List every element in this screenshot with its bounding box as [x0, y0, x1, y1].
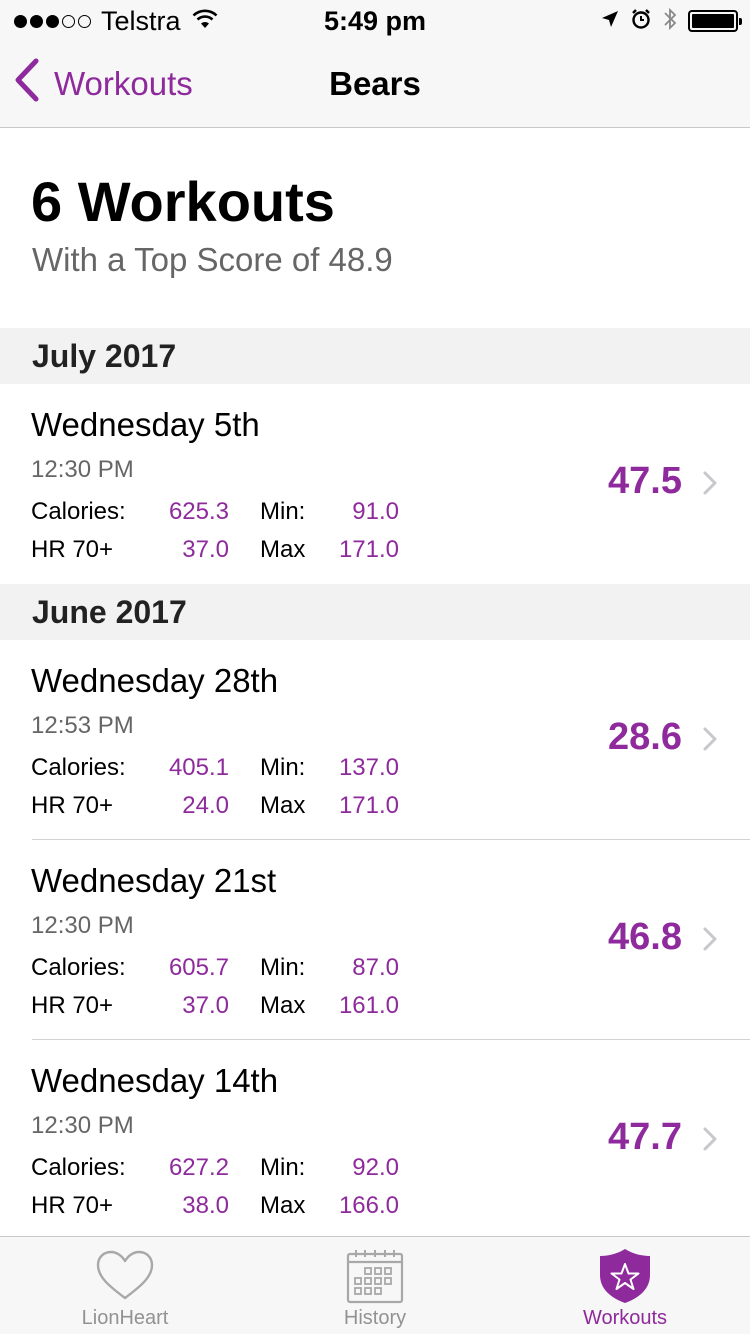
calories-value: 605.7 — [168, 954, 229, 981]
workout-row[interactable]: Wednesday 5th 12:30 PM Calories: 625.3 M… — [0, 384, 750, 584]
calories-label: Calories: — [31, 498, 126, 525]
max-value: 171.0 — [338, 792, 399, 819]
workout-time: 12:30 PM — [31, 912, 134, 939]
hr-value: 37.0 — [182, 536, 229, 563]
max-label: Max — [260, 536, 306, 563]
section-title: July 2017 — [32, 338, 177, 374]
min-value: 92.0 — [352, 1154, 399, 1181]
shield-star-icon — [597, 1247, 653, 1305]
heart-icon — [95, 1247, 155, 1305]
calories-value: 627.2 — [168, 1154, 229, 1181]
section-header-july-2017: July 2017 — [0, 328, 750, 384]
battery-icon — [688, 10, 742, 32]
chevron-right-icon — [702, 1126, 718, 1157]
page-title: Bears — [329, 65, 421, 102]
location-icon — [600, 9, 620, 34]
tab-lionheart[interactable]: LionHeart — [0, 1237, 250, 1334]
max-label: Max — [260, 1192, 306, 1219]
min-label: Min: — [260, 1154, 306, 1181]
max-value: 166.0 — [338, 1192, 399, 1219]
status-bar: Telstra 5:49 pm — [0, 0, 750, 40]
min-value: 91.0 — [352, 498, 399, 525]
workout-row[interactable]: Wednesday 14th 12:30 PM Calories: 627.2 … — [0, 1040, 750, 1240]
tab-label: History — [343, 1307, 407, 1329]
min-value: 87.0 — [352, 954, 399, 981]
calories-label: Calories: — [31, 954, 126, 981]
hr-value: 24.0 — [182, 792, 229, 819]
workout-score: 47.7 — [608, 1116, 682, 1158]
calendar-icon — [346, 1247, 404, 1305]
calories-value: 625.3 — [168, 498, 229, 525]
tab-history[interactable]: History — [250, 1237, 500, 1334]
tab-bar: LionHeart History Workouts — [0, 1236, 750, 1334]
workout-row[interactable]: Wednesday 28th 12:53 PM Calories: 405.1 … — [0, 640, 750, 840]
workout-date: Wednesday 28th — [31, 662, 279, 699]
section-header-june-2017: June 2017 — [0, 584, 750, 640]
workout-score: 47.5 — [608, 460, 682, 502]
hr-value: 37.0 — [182, 992, 229, 1019]
workout-date: Wednesday 21st — [31, 862, 277, 899]
alarm-icon — [630, 8, 652, 35]
min-value: 137.0 — [338, 754, 399, 781]
chevron-right-icon — [702, 726, 718, 757]
max-value: 171.0 — [338, 536, 399, 563]
workouts-summary: 6 Workouts With a Top Score of 48.9 — [0, 129, 750, 328]
workout-time: 12:30 PM — [31, 456, 134, 483]
bluetooth-icon — [662, 6, 678, 37]
calories-label: Calories: — [31, 754, 126, 781]
workout-score: 46.8 — [608, 916, 682, 958]
workouts-count-title: 6 Workouts — [31, 170, 335, 233]
workout-row[interactable]: Wednesday 21st 12:30 PM Calories: 605.7 … — [0, 840, 750, 1040]
chevron-right-icon — [702, 926, 718, 957]
hr-value: 38.0 — [182, 1192, 229, 1219]
workout-date: Wednesday 5th — [31, 406, 260, 443]
max-label: Max — [260, 992, 306, 1019]
hr-label: HR 70+ — [31, 536, 114, 563]
status-icons — [600, 6, 742, 37]
tab-label: LionHeart — [81, 1307, 169, 1329]
workout-score: 28.6 — [608, 716, 682, 758]
calories-value: 405.1 — [168, 754, 229, 781]
tab-workouts[interactable]: Workouts — [500, 1237, 750, 1334]
max-value: 161.0 — [338, 992, 399, 1019]
workout-time: 12:53 PM — [31, 712, 134, 739]
workout-date: Wednesday 14th — [31, 1062, 279, 1099]
calories-label: Calories: — [31, 1154, 126, 1181]
chevron-right-icon — [702, 470, 718, 501]
min-label: Min: — [260, 954, 306, 981]
hr-label: HR 70+ — [31, 992, 114, 1019]
navigation-bar: Workouts Bears — [0, 40, 750, 128]
hr-label: HR 70+ — [31, 792, 114, 819]
top-score-subtitle: With a Top Score of 48.9 — [32, 241, 393, 278]
max-label: Max — [260, 792, 306, 819]
hr-label: HR 70+ — [31, 1192, 114, 1219]
min-label: Min: — [260, 498, 306, 525]
tab-label: Workouts — [582, 1307, 668, 1329]
workout-time: 12:30 PM — [31, 1112, 134, 1139]
min-label: Min: — [260, 754, 306, 781]
section-title: June 2017 — [32, 594, 187, 630]
